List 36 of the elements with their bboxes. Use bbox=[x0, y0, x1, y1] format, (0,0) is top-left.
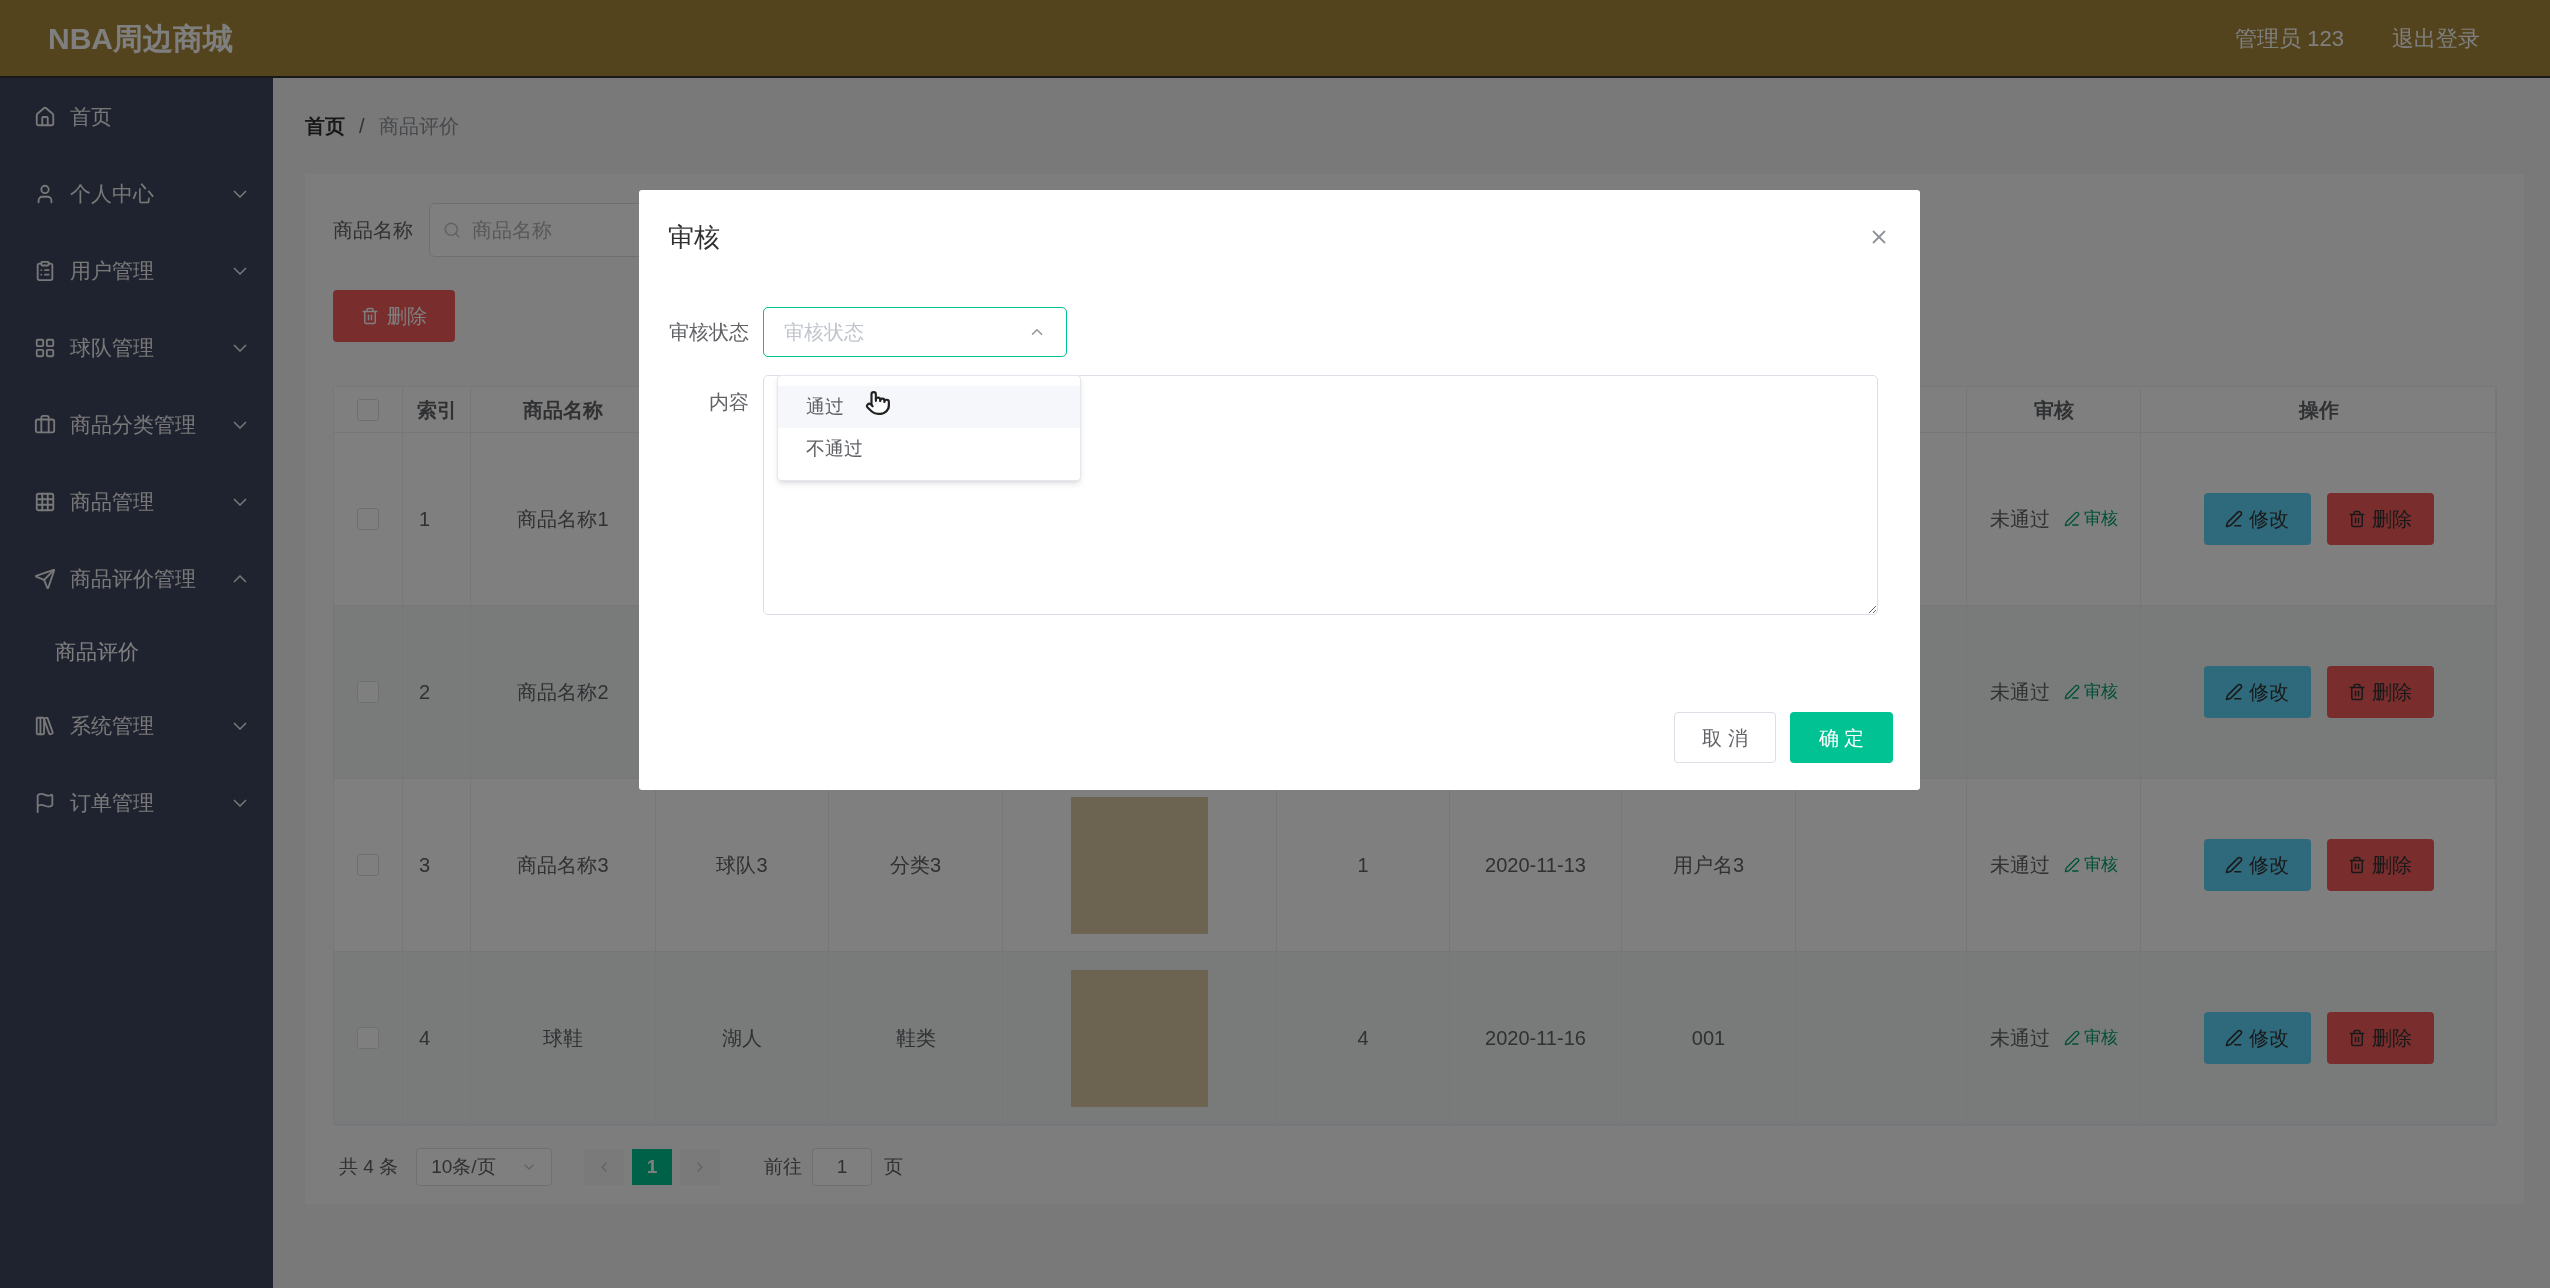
table-cell-text: 用户名3 bbox=[1672, 853, 1745, 878]
table-cell-text: 4 bbox=[1357, 1026, 1369, 1051]
admin-user-label: 管理员 123 bbox=[2235, 24, 2344, 53]
status-label: 审核状态 bbox=[668, 320, 750, 345]
table-cell-text: 1 bbox=[1357, 853, 1369, 878]
goto-label: 前往 bbox=[764, 1154, 803, 1179]
review-status: 未通过 bbox=[1989, 853, 2050, 878]
brand-title: NBA周边商城 bbox=[48, 20, 233, 57]
table-cell-text: 湖人 bbox=[722, 1026, 762, 1051]
review-status: 未通过 bbox=[1989, 1026, 2050, 1051]
table-cell-text: 分类3 bbox=[889, 853, 942, 878]
column-header: 审核 bbox=[2033, 397, 2074, 423]
goto-suffix: 页 bbox=[884, 1154, 904, 1179]
column-header: 索引 bbox=[416, 397, 457, 423]
search-label: 商品名称 bbox=[333, 218, 413, 243]
column-header: 商品名称 bbox=[523, 397, 603, 423]
table-cell-text: 1 bbox=[419, 507, 431, 532]
table-cell-text: 商品名称2 bbox=[517, 680, 609, 705]
content-label: 内容 bbox=[708, 390, 750, 415]
table-cell-text: 2 bbox=[419, 680, 431, 705]
table-cell-text: 商品名称1 bbox=[517, 507, 609, 532]
dialog-title: 审核 bbox=[668, 220, 720, 254]
total-count: 共 4 条 bbox=[339, 1154, 399, 1179]
table-cell-text: 球鞋 bbox=[543, 1026, 583, 1051]
table-cell-text: 鞋类 bbox=[895, 1026, 936, 1051]
column-header: 操作 bbox=[2298, 397, 2339, 423]
table-cell-text: 球队3 bbox=[716, 853, 768, 878]
table-cell-text: 001 bbox=[1691, 1026, 1726, 1051]
review-status: 未通过 bbox=[1989, 507, 2050, 532]
table-cell-text: 4 bbox=[419, 1026, 431, 1051]
table-cell-text: 3 bbox=[419, 853, 431, 878]
breadcrumb-separator: / bbox=[359, 114, 365, 139]
table-cell-text: 2020-11-16 bbox=[1485, 1026, 1586, 1051]
table-cell-text: 2020-11-13 bbox=[1485, 853, 1586, 878]
review-status: 未通过 bbox=[1989, 680, 2050, 705]
table-cell-text: 商品名称3 bbox=[517, 853, 609, 878]
